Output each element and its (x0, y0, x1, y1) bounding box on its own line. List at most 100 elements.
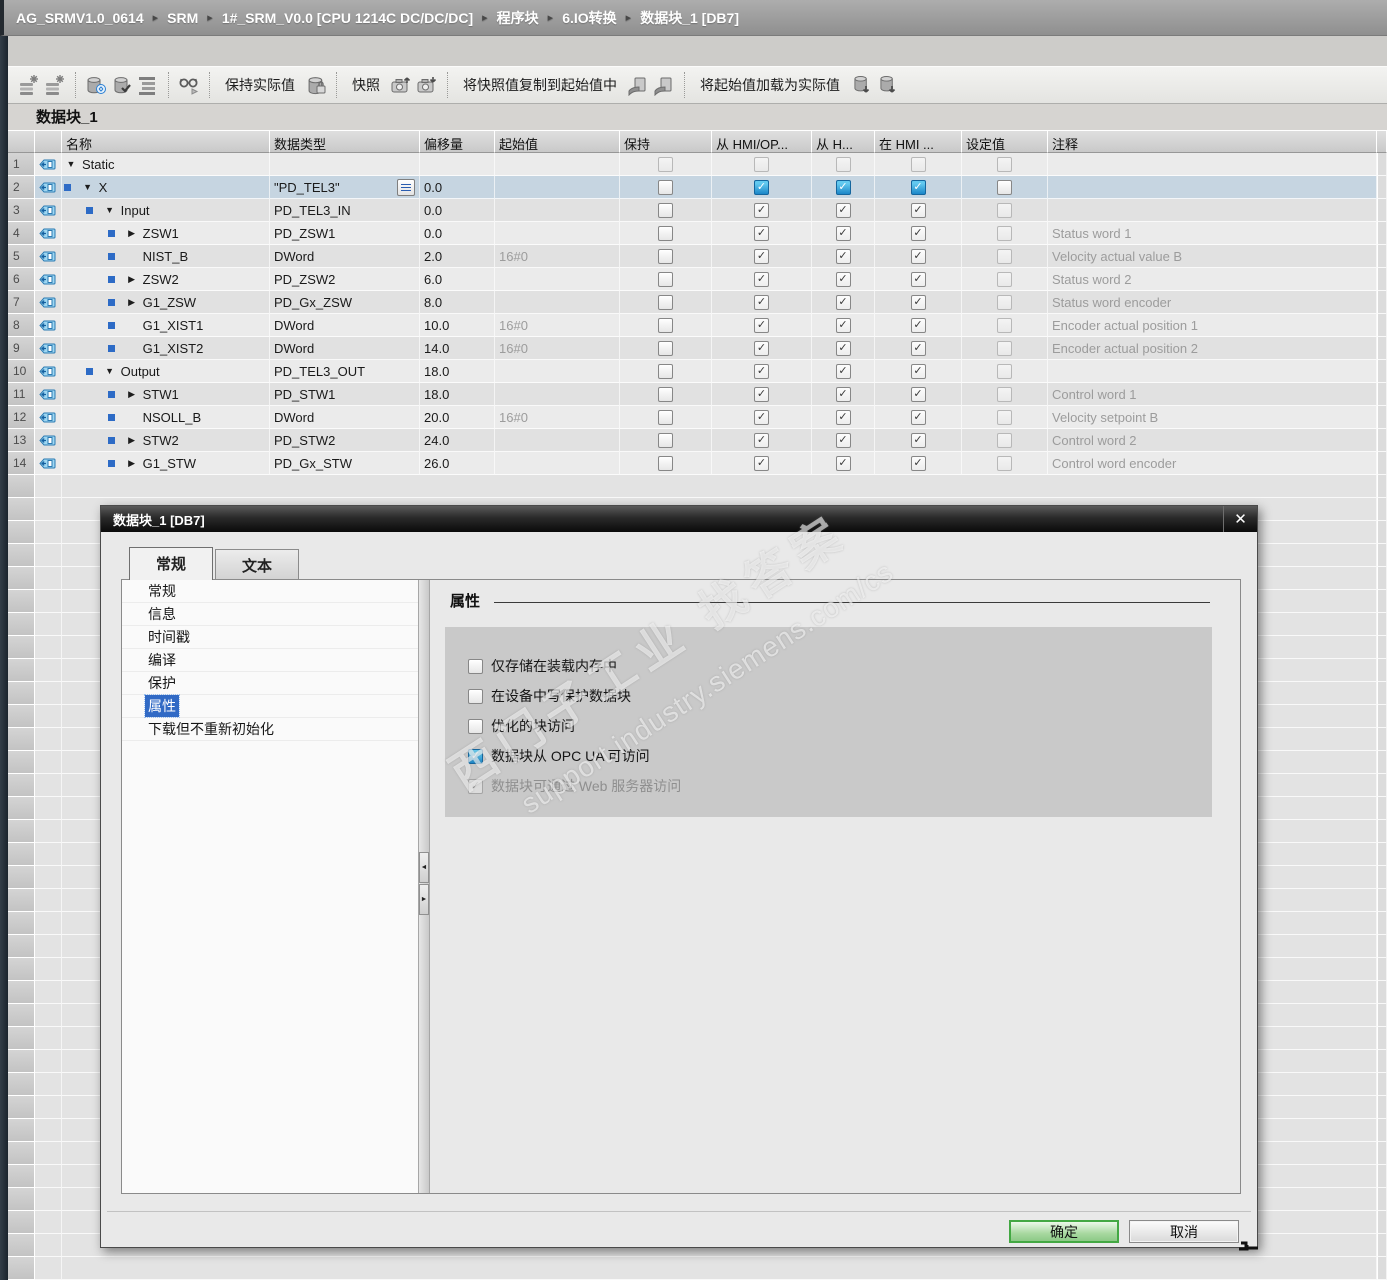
cell-data-type[interactable] (270, 153, 420, 176)
cell-start-value[interactable] (495, 199, 620, 222)
checkbox[interactable]: ✓ (910, 409, 926, 425)
checkbox[interactable]: ✓ (754, 386, 769, 402)
cell-data-type[interactable]: DWord (270, 245, 420, 268)
checkbox[interactable] (658, 202, 673, 218)
cell-name[interactable]: ▶ G1_ZSW (62, 291, 270, 314)
db-retain-icon[interactable] (303, 72, 329, 98)
row-number[interactable] (8, 590, 35, 613)
cell-name[interactable]: G1_XIST2 (62, 337, 270, 360)
db-accept-icon[interactable] (109, 72, 135, 98)
db-load-all-icon[interactable] (874, 72, 900, 98)
cell-start-value[interactable]: 16#0 (495, 314, 620, 337)
cell-comment[interactable]: Encoder actual position 1 (1048, 314, 1377, 337)
nav-item[interactable]: 属性 (122, 694, 418, 718)
cell-offset[interactable]: 8.0 (420, 291, 495, 314)
ok-button[interactable]: 确定 (1009, 1220, 1119, 1243)
empty-cell[interactable] (62, 475, 1377, 498)
row-number[interactable] (8, 912, 35, 935)
cell-comment[interactable]: Control word 1 (1048, 383, 1377, 406)
checkbox[interactable]: ✓ (835, 340, 851, 356)
cell-comment[interactable]: Velocity actual value B (1048, 245, 1377, 268)
cell-offset[interactable]: 6.0 (420, 268, 495, 291)
column-header[interactable]: 数据类型 (270, 130, 420, 153)
cell-data-type[interactable]: PD_Gx_ZSW (270, 291, 420, 314)
nav-item[interactable]: 下载但不重新初始化 (122, 718, 418, 741)
cell-start-value[interactable] (495, 176, 620, 199)
checkbox[interactable]: ✓ (910, 248, 926, 264)
column-header[interactable] (8, 130, 35, 153)
checkbox[interactable] (658, 179, 673, 195)
cell-offset[interactable]: 10.0 (420, 314, 495, 337)
db-load-icon[interactable] (848, 72, 874, 98)
cell-data-type[interactable]: PD_STW1 (270, 383, 420, 406)
cell-name[interactable]: ▼ Input (62, 199, 270, 222)
cell-data-type[interactable]: PD_STW2 (270, 429, 420, 452)
table-row[interactable]: 11 ▶ STW1 PD_STW1 18.0 ✓ ✓ ✓ Control word 1 (8, 383, 1387, 406)
checkbox[interactable]: ✓ (754, 225, 769, 241)
cell-start-value[interactable]: 16#0 (495, 337, 620, 360)
breadcrumb-item[interactable]: SRM (167, 10, 198, 26)
close-icon[interactable]: ✕ (1223, 506, 1257, 532)
row-number[interactable]: 6 (8, 268, 35, 291)
checkbox[interactable]: ✓ (910, 386, 926, 402)
db-update-icon[interactable] (83, 72, 109, 98)
collapse-arrow-icon[interactable]: ▶ (127, 458, 137, 469)
table-row[interactable]: 8 G1_XIST1 DWord 10.0 16#0 ✓ ✓ ✓ Encoder actual… (8, 314, 1387, 337)
column-header[interactable]: 在 HMI ... (875, 130, 962, 153)
row-number[interactable] (8, 705, 35, 728)
checkbox[interactable]: ✓ (835, 179, 851, 195)
nav-item[interactable]: 信息 (122, 603, 418, 626)
row-number[interactable]: 4 (8, 222, 35, 245)
cell-name[interactable]: NSOLL_B (62, 406, 270, 429)
row-number[interactable] (8, 1142, 35, 1165)
expand-arrow-icon[interactable]: ▼ (83, 182, 93, 192)
checkbox[interactable] (468, 718, 483, 734)
column-header[interactable] (1377, 130, 1387, 153)
table-row[interactable]: 1 ▼ Static (8, 153, 1387, 176)
cell-comment[interactable] (1048, 153, 1377, 176)
breadcrumb-item[interactable]: AG_SRMV1.0_0614 (16, 10, 144, 26)
row-number[interactable] (8, 1119, 35, 1142)
table-row[interactable]: 3 ▼ Input PD_TEL3_IN 0.0 ✓ ✓ ✓ (8, 199, 1387, 222)
checkbox[interactable]: ✓ (910, 202, 926, 218)
checkbox[interactable] (658, 340, 673, 356)
row-number[interactable] (8, 1073, 35, 1096)
row-number[interactable] (8, 866, 35, 889)
checkbox[interactable] (468, 658, 483, 674)
cell-name[interactable]: ▶ STW1 (62, 383, 270, 406)
empty-table-row[interactable] (8, 1257, 1387, 1280)
splitter-collapse-left-icon[interactable]: ◄ (419, 852, 429, 883)
cell-offset[interactable]: 26.0 (420, 452, 495, 475)
column-header[interactable]: 起始值 (495, 130, 620, 153)
row-number[interactable] (8, 682, 35, 705)
cell-start-value[interactable]: 16#0 (495, 406, 620, 429)
table-row[interactable]: 14 ▶ G1_STW PD_Gx_STW 26.0 ✓ ✓ ✓ Control word e… (8, 452, 1387, 475)
checkbox[interactable]: ✓ (835, 271, 851, 287)
checkbox[interactable]: ✓ (910, 317, 926, 333)
cell-start-value[interactable] (495, 222, 620, 245)
row-number[interactable]: 1 (8, 153, 35, 176)
checkbox[interactable]: ✓ (754, 248, 769, 264)
cell-data-type[interactable]: DWord (270, 337, 420, 360)
table-row[interactable]: 2 ▼ X "PD_TEL3" 0.0 ✓ ✓ ✓ (8, 176, 1387, 199)
cell-start-value[interactable] (495, 360, 620, 383)
cell-comment[interactable]: Status word 1 (1048, 222, 1377, 245)
checkbox[interactable] (658, 386, 673, 402)
cell-offset[interactable]: 20.0 (420, 406, 495, 429)
cell-comment[interactable]: Status word 2 (1048, 268, 1377, 291)
checkbox[interactable]: ✓ (910, 363, 926, 379)
table-row[interactable]: 12 NSOLL_B DWord 20.0 16#0 ✓ ✓ ✓ Velocity setpo… (8, 406, 1387, 429)
checkbox[interactable]: ✓ (910, 179, 926, 195)
column-header[interactable]: 保持 (620, 130, 712, 153)
expand-arrow-icon[interactable]: ▼ (105, 366, 115, 376)
cell-offset[interactable] (420, 153, 495, 176)
nav-item[interactable]: 保护 (122, 672, 418, 695)
checkbox[interactable]: ✓ (910, 294, 926, 310)
checkbox[interactable]: ✓ (910, 271, 926, 287)
row-number[interactable] (8, 843, 35, 866)
row-number[interactable] (8, 1188, 35, 1211)
cell-data-type[interactable]: PD_Gx_STW (270, 452, 420, 475)
row-number[interactable]: 10 (8, 360, 35, 383)
checkbox[interactable]: ✓ (835, 294, 851, 310)
type-selector-icon[interactable] (397, 178, 415, 196)
